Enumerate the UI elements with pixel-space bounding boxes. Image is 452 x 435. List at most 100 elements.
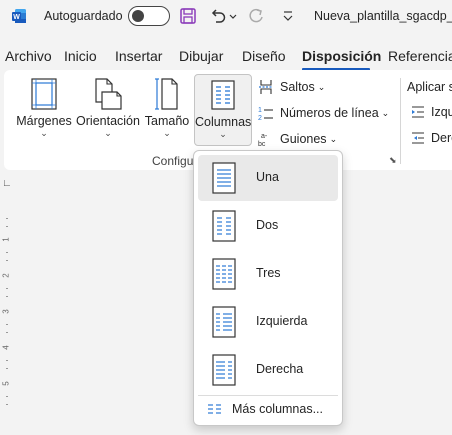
columns-label: Columnas (195, 115, 252, 129)
columns-option-label: Derecha (256, 362, 304, 376)
breaks-button[interactable]: Saltos ⌄ (258, 79, 325, 95)
two-columns-icon (212, 210, 236, 242)
ruler-tick (6, 360, 8, 361)
autosave-label: Autoguardado (44, 9, 123, 23)
line-numbers-icon: 1 2 (258, 107, 273, 121)
size-icon (155, 78, 178, 110)
indent-left-button[interactable]: Izqu (411, 105, 452, 119)
columns-option-label: Dos (256, 218, 279, 232)
indent-right-label: Dere (431, 131, 452, 145)
columns-option-left[interactable]: Izquierda (198, 299, 338, 345)
ruler-tick (6, 288, 8, 289)
margins-button[interactable]: Márgenes ⌄ (14, 78, 74, 139)
ruler-tick (6, 396, 8, 397)
columns-option-two[interactable]: Dos (198, 203, 338, 249)
ruler-number: 5 (1, 381, 11, 386)
columns-option-label: Tres (256, 266, 281, 280)
tab-diseno[interactable]: Diseño (242, 48, 286, 64)
three-columns-icon (212, 258, 236, 290)
apply-label: Aplicar s (407, 80, 452, 94)
size-button[interactable]: Tamaño ⌄ (142, 78, 192, 139)
columns-icon (211, 80, 235, 110)
indent-left-label: Izqu (431, 105, 452, 119)
columns-option-label: Izquierda (256, 314, 308, 328)
svg-text:bc: bc (258, 141, 266, 147)
columns-dropdown-menu: Una Dos Tres Izquierda Derecha Más colum… (193, 150, 343, 426)
ruler-tick (6, 260, 8, 261)
chevron-down-icon: ⌄ (104, 128, 112, 138)
menu-divider (198, 395, 338, 396)
ruler-tick (6, 218, 8, 219)
indent-left-icon (412, 106, 424, 118)
ruler-number: 4 (1, 345, 11, 350)
toggle-knob (132, 9, 144, 22)
indent-right-button[interactable]: Dere (411, 131, 452, 145)
chevron-down-icon: ⌄ (163, 128, 171, 138)
hyphenation-label: Guiones (280, 132, 327, 146)
line-numbers-label: Números de línea (280, 106, 379, 120)
svg-text:1: 1 (258, 107, 262, 114)
orientation-icon (95, 78, 122, 110)
more-columns-button[interactable]: Más columnas... (208, 402, 323, 416)
chevron-down-icon: ⌄ (329, 133, 338, 144)
ruler-tick (6, 368, 8, 369)
ruler-tick (6, 404, 8, 405)
group-separator (400, 78, 401, 164)
margins-label: Márgenes (16, 114, 72, 128)
autosave-toggle[interactable] (128, 6, 170, 26)
undo-dropdown-icon[interactable] (228, 6, 238, 26)
ruler-tick (6, 332, 8, 333)
undo-icon[interactable] (208, 6, 228, 26)
size-label: Tamaño (144, 114, 190, 128)
indent-right-icon (412, 132, 424, 144)
redo-icon[interactable] (246, 6, 266, 26)
chevron-down-icon: ⌄ (219, 129, 227, 139)
columns-option-right[interactable]: Derecha (198, 347, 338, 393)
line-numbers-button[interactable]: 1 2 Números de línea ⌄ (258, 105, 389, 121)
title-bar: W Autoguardado Nueva_plantilla_sgacdp_es (0, 0, 452, 32)
save-icon[interactable] (178, 6, 198, 26)
ruler-tick (6, 226, 8, 227)
left-column-icon (212, 306, 236, 338)
columns-button[interactable]: Columnas ⌄ (194, 74, 252, 146)
tab-selector-icon[interactable]: ∟ (2, 178, 12, 189)
hyphenation-button[interactable]: a- bc Guiones ⌄ (258, 131, 337, 147)
svg-text:W: W (13, 14, 20, 21)
document-title[interactable]: Nueva_plantilla_sgacdp_es (314, 9, 452, 23)
ruler-tick (6, 296, 8, 297)
one-column-icon (212, 162, 236, 194)
ruler-tick (6, 252, 8, 253)
ruler-number: 3 (1, 309, 11, 314)
tab-insertar[interactable]: Insertar (115, 48, 162, 64)
customize-toolbar-icon[interactable] (278, 6, 298, 26)
margins-icon (31, 78, 57, 110)
chevron-down-icon: ⌄ (40, 128, 48, 138)
breaks-label: Saltos (280, 80, 315, 94)
vertical-ruler: 1 2 3 4 5 (0, 192, 14, 435)
ribbon-tabs: Archivo Inicio Insertar Dibujar Diseño D… (0, 38, 452, 71)
hyphenation-icon: a- bc (258, 133, 268, 147)
ruler-tick (6, 324, 8, 325)
columns-option-label: Una (256, 170, 279, 184)
more-columns-label: Más columnas... (232, 402, 324, 416)
tab-dibujar[interactable]: Dibujar (179, 48, 223, 64)
tab-referencias[interactable]: Referencias (388, 48, 452, 64)
svg-text:a-: a- (261, 133, 268, 140)
dialog-launcher-icon[interactable]: ⬊ (389, 155, 397, 166)
tab-inicio[interactable]: Inicio (64, 48, 97, 64)
right-column-icon (212, 354, 236, 386)
breaks-icon (259, 80, 273, 94)
tab-archivo[interactable]: Archivo (5, 48, 52, 64)
columns-option-one[interactable]: Una (198, 155, 338, 201)
columns-option-three[interactable]: Tres (198, 251, 338, 297)
chevron-down-icon: ⌄ (317, 81, 326, 92)
orientation-button[interactable]: Orientación ⌄ (76, 78, 140, 139)
tab-disposicion[interactable]: Disposición (302, 48, 381, 64)
more-columns-icon (208, 404, 221, 414)
orientation-label: Orientación (76, 114, 140, 128)
ruler-number: 2 (1, 273, 11, 278)
svg-text:2: 2 (258, 115, 262, 121)
chevron-down-icon: ⌄ (381, 107, 390, 118)
ruler-number: 1 (1, 237, 11, 242)
word-logo-icon: W (12, 9, 26, 23)
